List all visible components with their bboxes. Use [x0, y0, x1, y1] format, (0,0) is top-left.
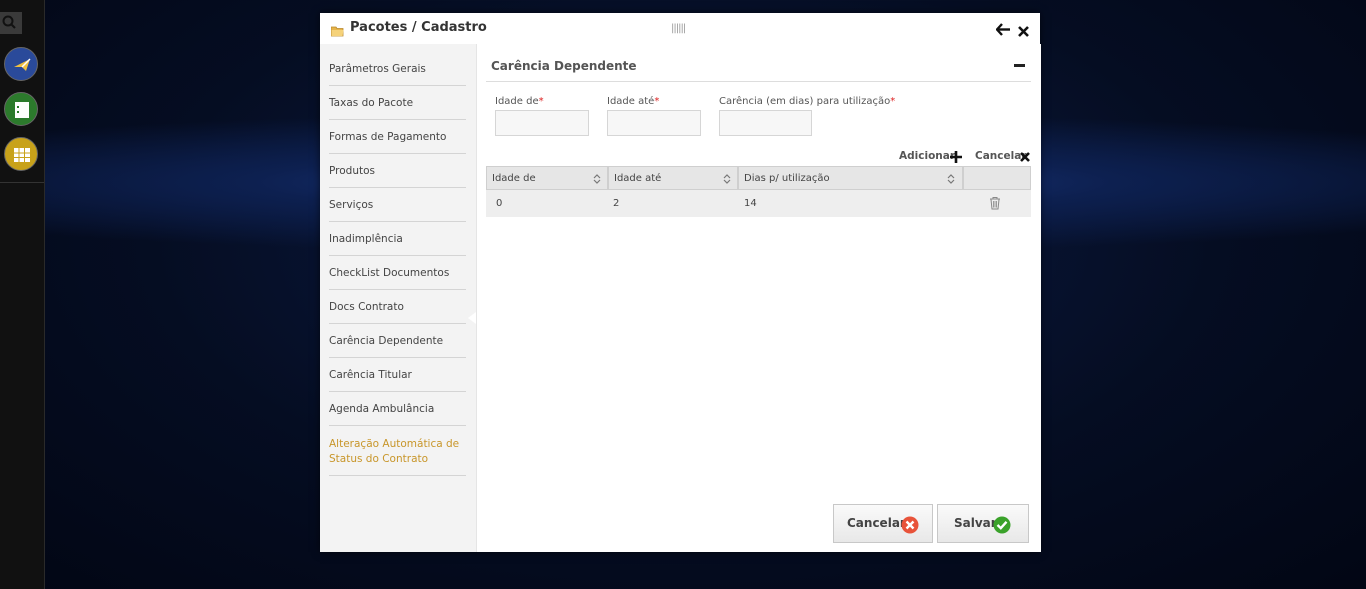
col-header-idade-ate[interactable]: Idade até — [608, 166, 738, 190]
section-title: Carência Dependente — [491, 59, 637, 73]
app-launcher-sidebar — [0, 0, 45, 589]
list-icon[interactable] — [4, 92, 38, 126]
cell-dias: 14 — [744, 198, 757, 209]
section-divider — [486, 81, 1031, 82]
cancel-button-label: Cancelar — [847, 516, 906, 530]
cancel-row-label: Cancelar — [975, 150, 1027, 162]
cell-idade-ate: 2 — [613, 198, 620, 209]
cancel-x-icon — [1020, 152, 1030, 162]
folder-icon — [330, 22, 344, 41]
launcher-divider — [0, 182, 44, 183]
pacotes-cadastro-dialog: Pacotes / Cadastro |||||| Parâmetros Ger… — [320, 13, 1041, 552]
sort-icon — [723, 174, 731, 184]
drag-handle[interactable]: |||||| — [671, 23, 686, 34]
menu-item-checklist-documentos[interactable]: CheckList Documentos — [329, 256, 466, 290]
save-button[interactable]: Salvar — [937, 504, 1029, 543]
carencia-label: Carência (em dias) para utilização* — [719, 96, 896, 107]
search-icon[interactable] — [0, 12, 22, 34]
dialog-titlebar[interactable]: Pacotes / Cadastro |||||| — [320, 13, 1040, 44]
menu-item-agenda-ambulancia[interactable]: Agenda Ambulância — [329, 392, 466, 426]
menu-item-carencia-titular[interactable]: Carência Titular — [329, 358, 466, 392]
dialog-title: Pacotes / Cadastro — [350, 20, 487, 35]
grid-icon[interactable] — [4, 137, 38, 171]
cancel-row-button[interactable]: Cancelar — [975, 150, 1030, 162]
trash-icon[interactable] — [989, 195, 1001, 214]
carencia-input[interactable] — [719, 110, 812, 136]
check-circle-icon — [993, 516, 1011, 534]
menu-item-taxas-pacote[interactable]: Taxas do Pacote — [329, 86, 466, 120]
menu-item-produtos[interactable]: Produtos — [329, 154, 466, 188]
cell-idade-de: 0 — [496, 198, 503, 209]
col-header-dias-utilizacao[interactable]: Dias p/ utilização — [738, 166, 963, 190]
table-row[interactable]: 0 2 14 — [486, 190, 1031, 217]
menu-item-carencia-dependente[interactable]: Carência Dependente — [329, 324, 466, 358]
menu-item-parametros-gerais[interactable]: Parâmetros Gerais — [329, 44, 466, 86]
menu-item-alteracao-automatica-status[interactable]: Alteração Automática de Status do Contra… — [329, 426, 466, 476]
col-header-actions — [963, 166, 1031, 190]
active-menu-pointer — [468, 312, 476, 324]
collapse-icon[interactable] — [1014, 64, 1025, 67]
sort-icon — [947, 174, 955, 184]
close-icon[interactable] — [1018, 22, 1029, 41]
side-menu: Parâmetros Gerais Taxas do Pacote Formas… — [320, 44, 476, 552]
add-button[interactable]: Adicionar — [899, 150, 962, 163]
menu-item-inadimplencia[interactable]: Inadimplência — [329, 222, 466, 256]
save-button-label: Salvar — [954, 516, 997, 530]
menu-item-servicos[interactable]: Serviços — [329, 188, 466, 222]
idade-ate-label: Idade até* — [607, 96, 660, 107]
menu-item-docs-contrato[interactable]: Docs Contrato — [329, 290, 466, 324]
idade-de-label: Idade de* — [495, 96, 544, 107]
plane-icon[interactable] — [4, 47, 38, 81]
cancel-circle-icon — [901, 516, 919, 534]
main-panel: Carência Dependente Idade de* Idade até*… — [476, 44, 1041, 552]
idade-ate-input[interactable] — [607, 110, 701, 136]
idade-de-input[interactable] — [495, 110, 589, 136]
back-arrow-icon[interactable] — [995, 21, 1010, 40]
plus-icon — [950, 151, 962, 163]
add-label: Adicionar — [899, 150, 956, 162]
menu-item-formas-pagamento[interactable]: Formas de Pagamento — [329, 120, 466, 154]
cancel-button[interactable]: Cancelar — [833, 504, 933, 543]
sort-icon — [593, 174, 601, 184]
col-header-idade-de[interactable]: Idade de — [486, 166, 608, 190]
